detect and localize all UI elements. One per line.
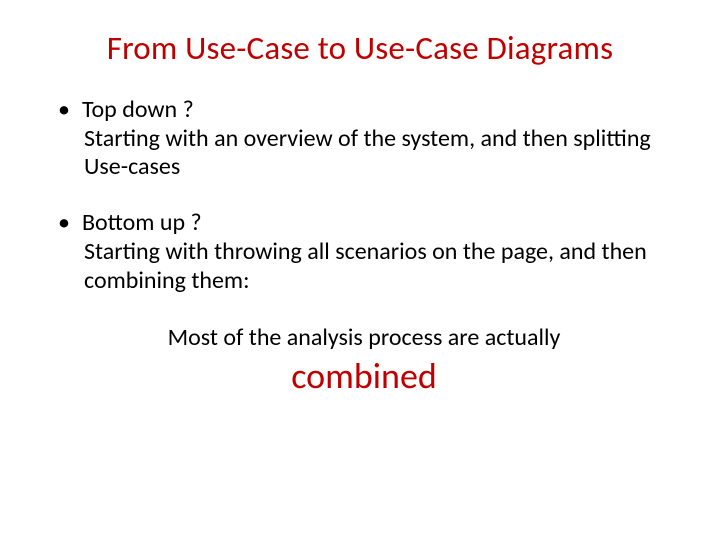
- slide-container: From Use-Case to Use-Case Diagrams • Top…: [0, 0, 720, 540]
- slide-title: From Use-Case to Use-Case Diagrams: [50, 28, 670, 68]
- emphasis-text: combined: [58, 354, 670, 398]
- bullet-icon: •: [58, 96, 70, 125]
- bullet-line: • Bottom up ?: [58, 209, 670, 238]
- item-heading: Bottom up ?: [82, 209, 202, 237]
- footer-text: Most of the analysis process are actuall…: [58, 323, 670, 352]
- item-body: Starting with an overview of the system,…: [58, 125, 670, 182]
- bullet-line: • Top down ?: [58, 96, 670, 125]
- bullet-icon: •: [58, 209, 70, 238]
- item-body: Starting with throwing all scenarios on …: [58, 238, 670, 295]
- item-heading: Top down ?: [82, 96, 194, 124]
- list-item: • Top down ? Starting with an overview o…: [58, 96, 670, 181]
- list-item: • Bottom up ? Starting with throwing all…: [58, 209, 670, 294]
- content-area: • Top down ? Starting with an overview o…: [50, 96, 670, 398]
